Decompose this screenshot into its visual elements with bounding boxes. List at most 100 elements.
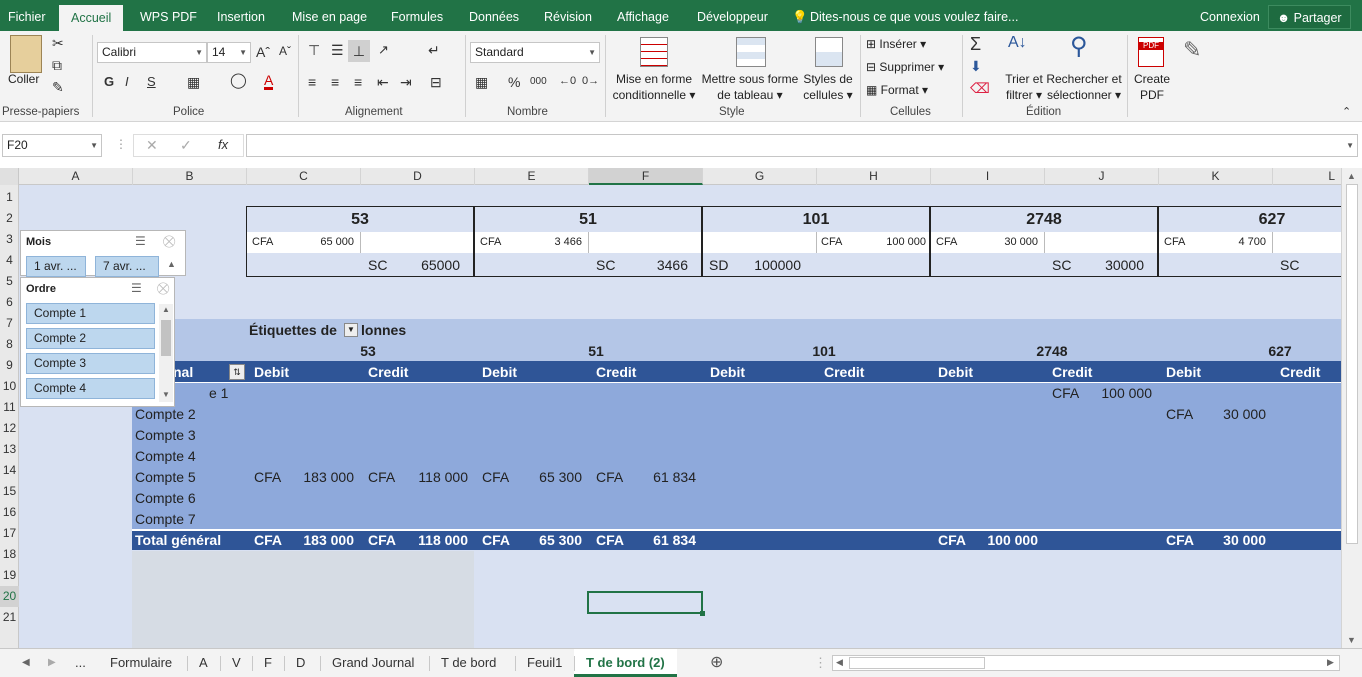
sheet-tab[interactable]: D: [296, 649, 305, 677]
multi-select-icon[interactable]: ☰: [131, 281, 142, 295]
sort-filter-button[interactable]: Trier et filtrer ▾: [1002, 71, 1046, 103]
fill-handle[interactable]: [700, 611, 705, 616]
next-sheet-icon[interactable]: ▶: [48, 649, 56, 677]
scroll-right-icon[interactable]: ▶: [1327, 657, 1334, 668]
row-header-13[interactable]: 13: [0, 439, 19, 460]
column-header-d[interactable]: D: [361, 168, 475, 185]
align-right-icon[interactable]: ≡: [354, 75, 362, 89]
row-header-3[interactable]: 3: [0, 229, 19, 250]
row-header-11[interactable]: 11: [0, 397, 19, 418]
row-header-4[interactable]: 4: [0, 250, 19, 271]
collapse-ribbon-icon[interactable]: ⌃: [1342, 107, 1351, 118]
column-header-j[interactable]: J: [1045, 168, 1159, 185]
align-bottom-icon[interactable]: ⊥: [348, 40, 370, 62]
fill-color-icon[interactable]: ◯: [230, 73, 247, 88]
scroll-down-icon[interactable]: ▼: [1347, 635, 1356, 645]
cell-styles-button[interactable]: Styles de cellules ▾: [800, 71, 856, 103]
orientation-icon[interactable]: ↗: [378, 43, 389, 56]
row-header-7[interactable]: 7: [0, 313, 19, 334]
slicer-scrollbar[interactable]: ▲ ▼: [159, 304, 173, 402]
tell-me-search[interactable]: Dites-nous ce que vous voulez faire...: [810, 0, 1018, 31]
active-cell[interactable]: [587, 591, 703, 614]
row-header-18[interactable]: 18: [0, 544, 19, 565]
slicer-item[interactable]: Compte 2: [26, 328, 155, 349]
column-header-f[interactable]: F: [589, 168, 703, 185]
add-sheet-icon[interactable]: ⊕: [710, 649, 723, 677]
sheet-tab[interactable]: T de bord: [441, 649, 496, 677]
slicer-item[interactable]: Compte 1: [26, 303, 155, 324]
find-select-button[interactable]: Rechercher et sélectionner ▾: [1044, 71, 1124, 103]
row-header-17[interactable]: 17: [0, 523, 19, 544]
horizontal-scrollbar[interactable]: ◀ ▶: [832, 655, 1340, 671]
row-header-19[interactable]: 19: [0, 565, 19, 586]
column-header-l[interactable]: L: [1273, 168, 1341, 185]
format-painter-icon[interactable]: ✎: [52, 80, 64, 94]
sheet-grid[interactable]: 53 CFA 65 000 SC 65000 51 CFA 3 466 SC 3466 101 CFA…: [19, 185, 1341, 648]
font-size-select[interactable]: 14 ▼: [207, 42, 251, 63]
formula-input[interactable]: ▼: [246, 134, 1358, 157]
underline-button[interactable]: S: [147, 75, 156, 88]
paste-button[interactable]: Coller: [8, 71, 39, 87]
row-header-16[interactable]: 16: [0, 502, 19, 523]
column-header-c[interactable]: C: [247, 168, 361, 185]
row-header-15[interactable]: 15: [0, 481, 19, 502]
insert-function-icon[interactable]: fx: [218, 138, 228, 151]
currency-icon[interactable]: ▦: [475, 75, 488, 89]
row-header-20[interactable]: 20: [0, 586, 19, 607]
prev-sheet-icon[interactable]: ◀: [22, 649, 30, 677]
tab-accueil[interactable]: Accueil: [59, 5, 124, 31]
row-header-5[interactable]: 5: [0, 271, 19, 292]
tab-insertion[interactable]: Insertion: [217, 0, 265, 31]
bold-button[interactable]: G: [104, 75, 114, 88]
sheet-tab[interactable]: T de bord (2): [574, 649, 677, 677]
align-left-icon[interactable]: ≡: [308, 75, 316, 89]
sheet-tab[interactable]: Feuil1: [527, 649, 562, 677]
row-header-10[interactable]: 10: [0, 376, 19, 397]
shrink-font-icon[interactable]: Aˇ: [279, 45, 291, 57]
create-pdf-button[interactable]: Create PDF: [1128, 71, 1176, 103]
share-button[interactable]: ☻ Partager: [1268, 5, 1351, 29]
column-header-k[interactable]: K: [1159, 168, 1273, 185]
insert-button[interactable]: ⊞ Insérer ▾: [866, 36, 926, 52]
vertical-scrollbar[interactable]: ▲ ▼: [1341, 168, 1362, 648]
scroll-thumb[interactable]: [849, 657, 985, 669]
tab-developpeur[interactable]: Développeur: [697, 0, 768, 31]
column-header-h[interactable]: H: [817, 168, 931, 185]
thousands-button[interactable]: 000: [530, 77, 547, 87]
italic-button[interactable]: I: [125, 75, 129, 88]
clear-icon[interactable]: ⌫: [970, 81, 990, 95]
align-center-icon[interactable]: ≡: [331, 75, 339, 89]
row-header-1[interactable]: 1: [0, 187, 19, 208]
sheet-tab[interactable]: F: [264, 649, 272, 677]
select-all[interactable]: [0, 168, 19, 185]
align-top-icon[interactable]: ⊤: [308, 43, 320, 57]
column-header-i[interactable]: I: [931, 168, 1045, 185]
multi-select-icon[interactable]: ☰: [135, 234, 146, 248]
grow-font-icon[interactable]: Aˆ: [256, 45, 270, 59]
tab-fichier[interactable]: Fichier: [8, 0, 46, 31]
format-table-button[interactable]: Mettre sous forme de tableau ▾: [700, 71, 800, 103]
tab-donnees[interactable]: Données: [469, 0, 519, 31]
more-sheets[interactable]: ...: [75, 649, 86, 677]
enter-icon[interactable]: ✓: [180, 138, 192, 152]
sheet-tab[interactable]: Grand Journal: [332, 649, 414, 677]
slicer-item[interactable]: Compte 3: [26, 353, 155, 374]
wrap-text-icon[interactable]: ↵: [428, 43, 440, 57]
scroll-thumb[interactable]: [1346, 184, 1358, 544]
scroll-up-icon[interactable]: ▲: [162, 305, 170, 314]
fill-icon[interactable]: ⬇: [970, 59, 982, 73]
copy-icon[interactable]: ⧉: [52, 58, 62, 72]
column-header-g[interactable]: G: [703, 168, 817, 185]
clear-filter-icon[interactable]: ⛒: [163, 234, 175, 249]
increase-indent-icon[interactable]: ⇥: [400, 75, 412, 89]
row-header-2[interactable]: 2: [0, 208, 19, 229]
filter-dropdown-icon[interactable]: ▼: [344, 323, 358, 337]
merge-center-icon[interactable]: ⊟: [430, 75, 442, 89]
sort-filter-icon[interactable]: ⇅: [229, 364, 245, 380]
slicer-item[interactable]: 1 avr. ...: [26, 256, 86, 277]
font-name-select[interactable]: Calibri ▼: [97, 42, 207, 63]
row-header-21[interactable]: 21: [0, 607, 19, 628]
slicer-item[interactable]: Compte 4: [26, 378, 155, 399]
borders-icon[interactable]: ▦: [187, 75, 200, 89]
row-header-6[interactable]: 6: [0, 292, 19, 313]
